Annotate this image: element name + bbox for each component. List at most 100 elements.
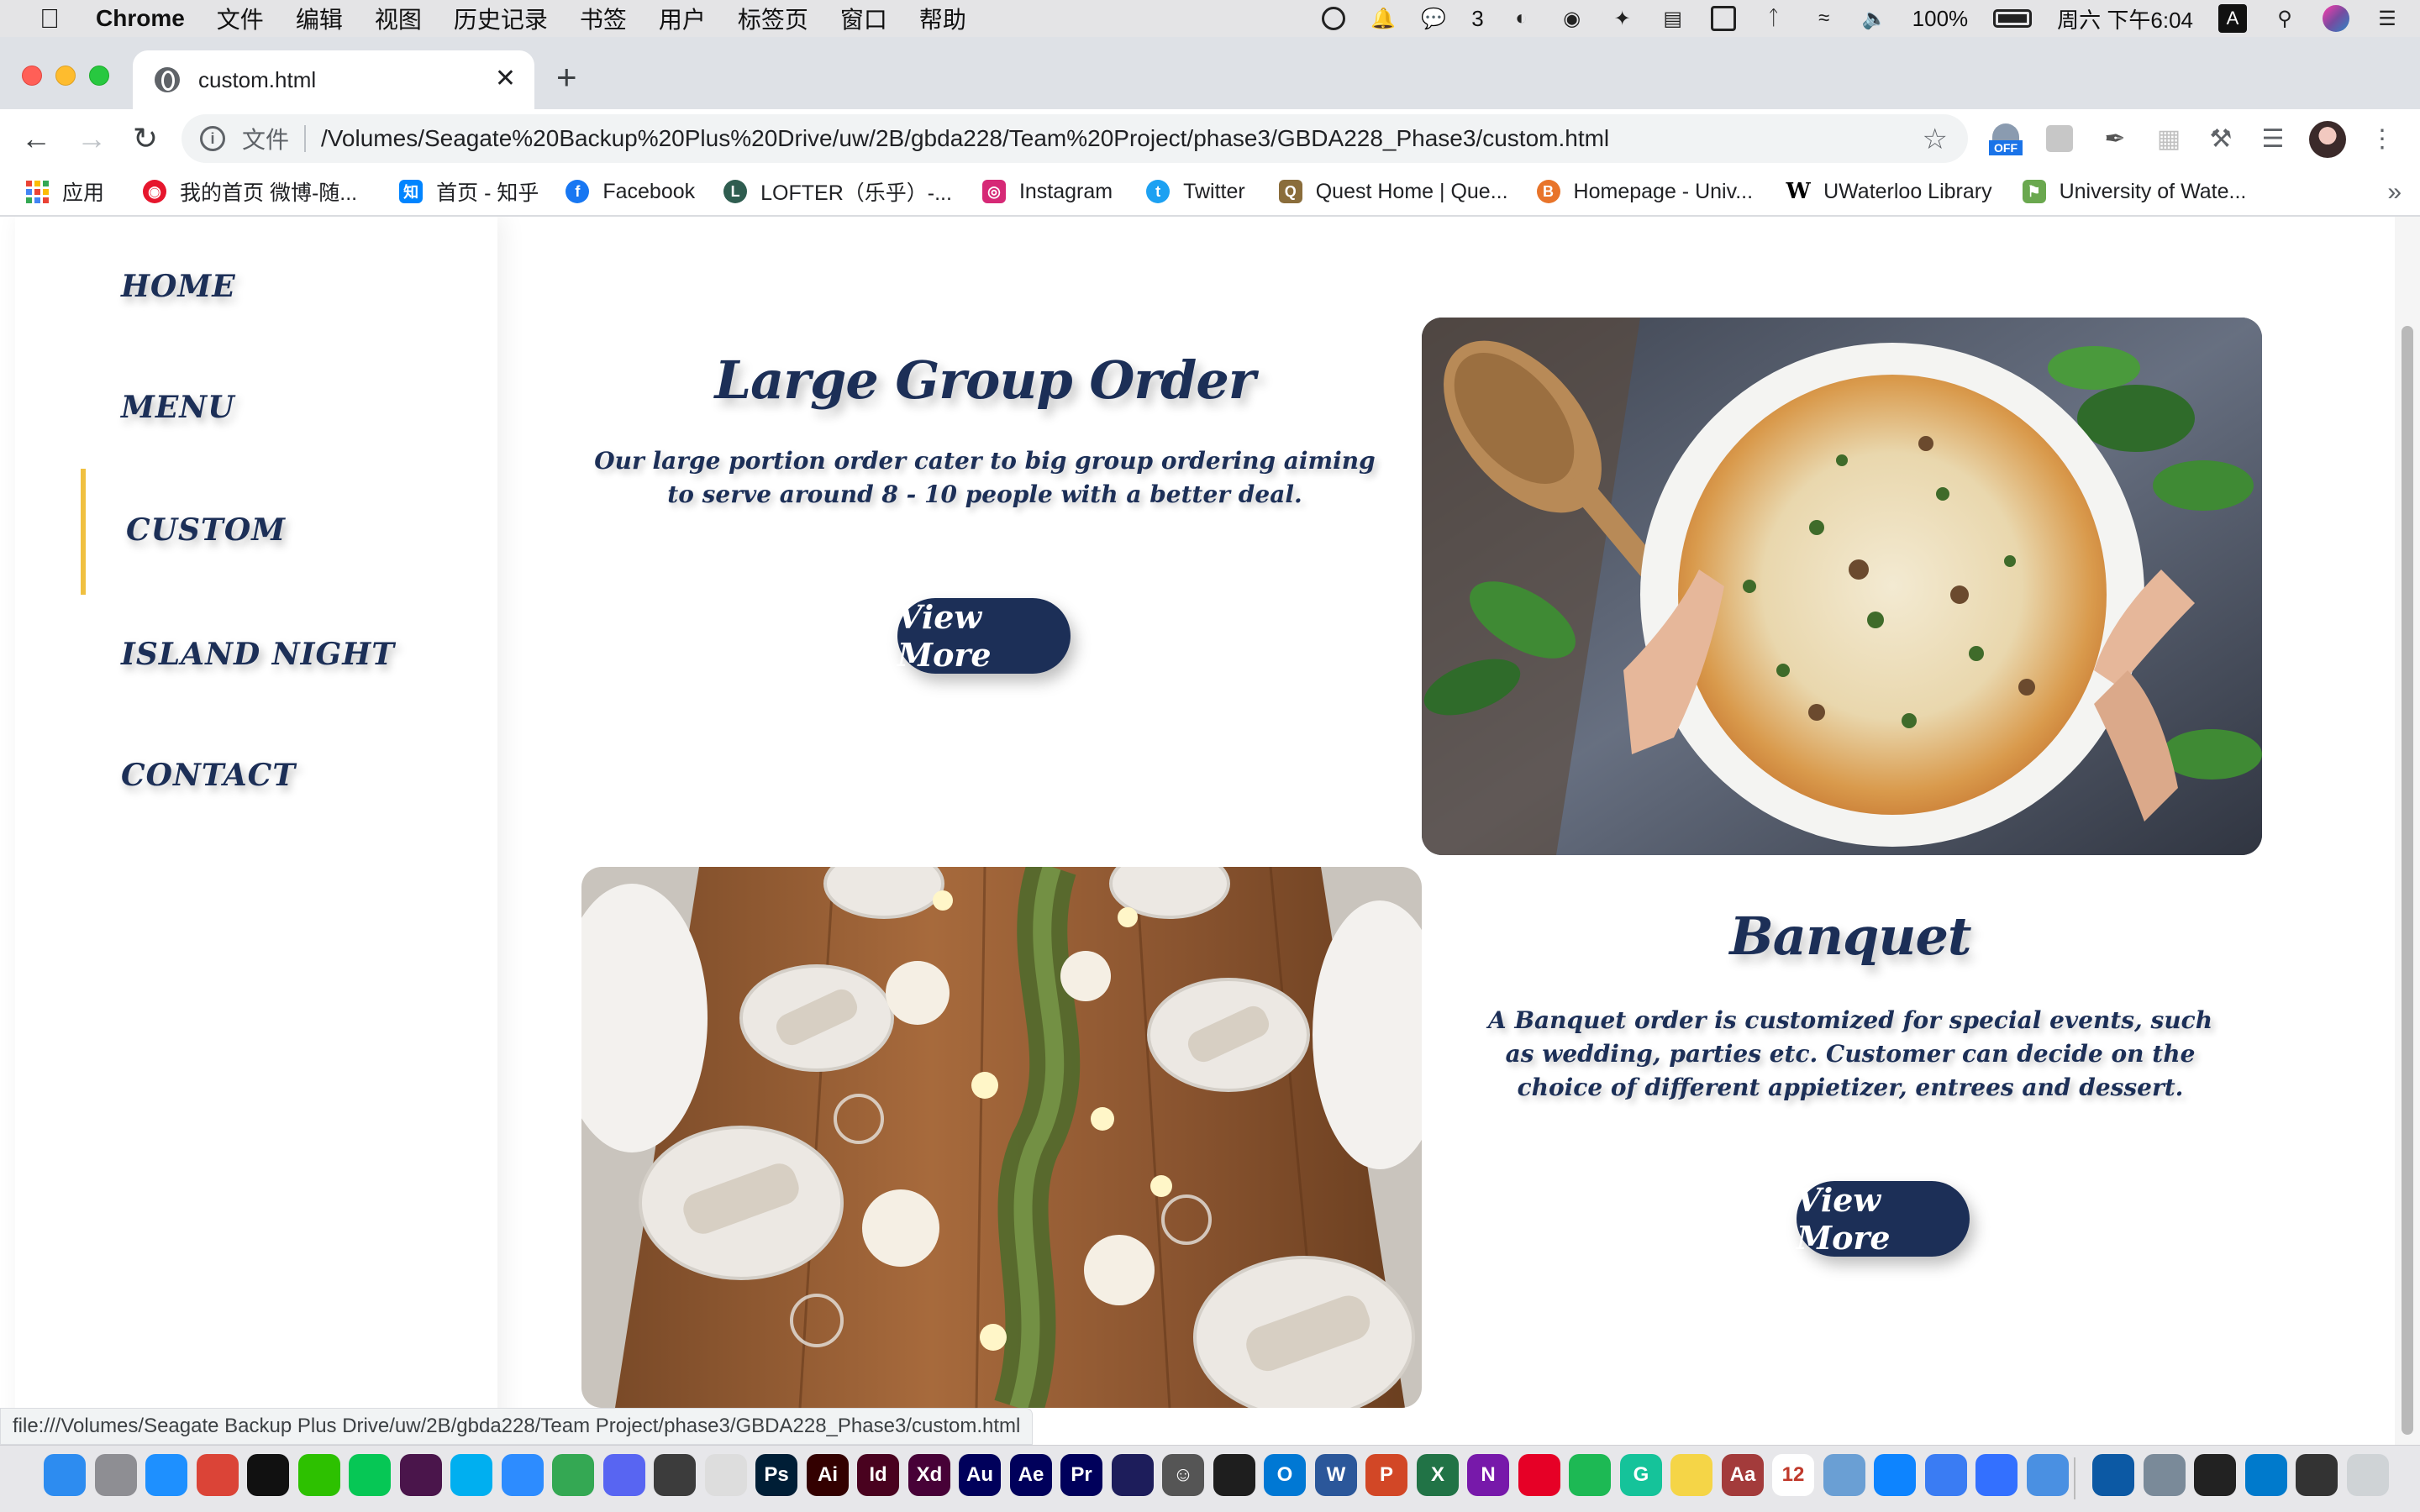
facetime-icon[interactable] bbox=[654, 1454, 696, 1496]
menu-window[interactable]: 窗口 bbox=[840, 2, 887, 35]
finder-icon[interactable] bbox=[44, 1454, 86, 1496]
outlook-icon[interactable]: O bbox=[1264, 1454, 1306, 1496]
chrome-icon[interactable] bbox=[197, 1454, 239, 1496]
clock-icon[interactable] bbox=[705, 1454, 747, 1496]
menu-app-name[interactable]: Chrome bbox=[96, 5, 185, 32]
wifi-icon[interactable]: ≈ bbox=[1812, 6, 1837, 31]
wechat-status-icon[interactable]: 💬 bbox=[1421, 6, 1446, 31]
indesign-icon[interactable]: Id bbox=[857, 1454, 899, 1496]
bookmark-instagram[interactable]: ◎ Instagram bbox=[981, 180, 1113, 204]
stack-status-icon[interactable]: ▤ bbox=[1660, 6, 1686, 31]
preview-icon[interactable] bbox=[1823, 1454, 1865, 1496]
discord-icon[interactable] bbox=[603, 1454, 645, 1496]
back-button[interactable]: ← bbox=[17, 119, 55, 158]
illustrator-icon[interactable]: Ai bbox=[807, 1454, 849, 1496]
after-effects-icon[interactable]: Ae bbox=[1010, 1454, 1052, 1496]
menu-clock[interactable]: 周六 下午6:04 bbox=[2057, 3, 2193, 34]
menu-bookmarks[interactable]: 书签 bbox=[580, 2, 627, 35]
extension-off-icon[interactable]: OFF bbox=[1988, 121, 2023, 156]
half-moon-icon[interactable]: ◐ bbox=[1509, 6, 1534, 31]
siri-icon[interactable] bbox=[2323, 5, 2349, 32]
menu-history[interactable]: 历史记录 bbox=[454, 2, 548, 35]
feishu-icon[interactable] bbox=[1975, 1454, 2018, 1496]
spotify-icon[interactable] bbox=[1569, 1454, 1611, 1496]
page-scrollbar[interactable] bbox=[2395, 217, 2420, 1445]
word-icon[interactable]: W bbox=[1315, 1454, 1357, 1496]
vscode-icon[interactable] bbox=[2245, 1454, 2287, 1496]
bookmark-facebook[interactable]: f Facebook bbox=[566, 180, 695, 204]
menu-people[interactable]: 用户 bbox=[659, 2, 706, 35]
nav-link-home[interactable]: HOME bbox=[121, 269, 236, 304]
photoshop-icon[interactable]: Ps bbox=[755, 1454, 797, 1496]
control-center-icon[interactable]: ☰ bbox=[2375, 6, 2400, 31]
window-close-button[interactable] bbox=[22, 66, 42, 86]
smiley-icon[interactable]: ☺ bbox=[1162, 1454, 1204, 1496]
browser-tab-active[interactable]: custom.html ✕ bbox=[133, 50, 534, 109]
extension-translate-icon[interactable] bbox=[2042, 121, 2077, 156]
bookmark-university-of-waterloo[interactable]: ⚑ University of Wate... bbox=[2022, 180, 2246, 204]
url-text[interactable]: /Volumes/Seagate%20Backup%20Plus%20Drive… bbox=[321, 125, 1609, 152]
premiere-icon[interactable]: Pr bbox=[1060, 1454, 1102, 1496]
input-method-icon[interactable]: A bbox=[2218, 4, 2247, 33]
window-minimize-button[interactable] bbox=[55, 66, 76, 86]
qq-icon[interactable] bbox=[247, 1454, 289, 1496]
extension-grid-icon[interactable]: ▦ bbox=[2151, 121, 2186, 156]
display-status-icon[interactable] bbox=[1710, 6, 1736, 31]
wechat-icon[interactable] bbox=[298, 1454, 340, 1496]
grammarly-icon[interactable]: G bbox=[1620, 1454, 1662, 1496]
battery-icon[interactable] bbox=[1993, 9, 2033, 28]
nav-link-custom[interactable]: CUSTOM bbox=[126, 512, 286, 548]
baidu-netdisk-icon[interactable] bbox=[1925, 1454, 1967, 1496]
dictionary-icon[interactable]: Aa bbox=[1722, 1454, 1764, 1496]
bluetooth-icon[interactable]: ᛏ bbox=[1761, 6, 1786, 31]
audition-icon[interactable]: Au bbox=[959, 1454, 1001, 1496]
maps-icon[interactable] bbox=[552, 1454, 594, 1496]
netease-status-icon[interactable]: ◉ bbox=[1560, 6, 1585, 31]
terminal-icon[interactable] bbox=[2194, 1454, 2236, 1496]
nav-link-menu[interactable]: MENU bbox=[121, 390, 235, 425]
bookmark-homepage[interactable]: B Homepage - Univ... bbox=[1536, 180, 1753, 204]
menu-view[interactable]: 视图 bbox=[375, 2, 422, 35]
new-tab-button[interactable]: + bbox=[556, 60, 577, 95]
menu-help[interactable]: 帮助 bbox=[919, 2, 966, 35]
extensions-puzzle-icon[interactable]: ⚒ bbox=[2203, 121, 2238, 156]
media-encoder-icon[interactable] bbox=[1112, 1454, 1154, 1496]
bookmark-lofter[interactable]: L LOFTER（乐乎）-... bbox=[723, 176, 952, 207]
bookmark-twitter[interactable]: t Twitter bbox=[1146, 180, 1245, 204]
volume-icon[interactable]: 🔈 bbox=[1862, 6, 1887, 31]
menu-edit[interactable]: 编辑 bbox=[296, 2, 343, 35]
onenote-icon[interactable]: N bbox=[1467, 1454, 1509, 1496]
chrome-menu-icon[interactable]: ⋮ bbox=[2365, 121, 2400, 156]
bird-status-icon[interactable]: ✦ bbox=[1610, 6, 1635, 31]
bookmark-apps[interactable]: 应用 bbox=[25, 176, 104, 207]
view-more-button[interactable]: View More bbox=[1797, 1181, 1970, 1257]
slack-icon[interactable] bbox=[400, 1454, 442, 1496]
app-store-icon[interactable] bbox=[1874, 1454, 1916, 1496]
bookmark-zhihu[interactable]: 知 首页 - 知乎 bbox=[399, 176, 539, 207]
qq-bell-icon[interactable]: 🔔 bbox=[1370, 6, 1396, 31]
bookmark-uwaterloo-library[interactable]: W UWaterloo Library bbox=[1786, 179, 1991, 204]
stickies-icon[interactable] bbox=[1670, 1454, 1712, 1496]
skype-icon[interactable] bbox=[450, 1454, 492, 1496]
edge-icon[interactable] bbox=[2092, 1454, 2134, 1496]
excel-icon[interactable]: X bbox=[1417, 1454, 1459, 1496]
forward-button[interactable]: → bbox=[72, 119, 111, 158]
menu-tab[interactable]: 标签页 bbox=[738, 2, 808, 35]
profile-avatar[interactable] bbox=[2309, 121, 2346, 158]
zoom-icon[interactable] bbox=[502, 1454, 544, 1496]
bookmark-quest[interactable]: Q Quest Home | Que... bbox=[1278, 180, 1508, 204]
window-zoom-button[interactable] bbox=[89, 66, 109, 86]
extension-eyedropper-icon[interactable]: ✒ bbox=[2097, 121, 2133, 156]
spotlight-search-icon[interactable]: ⚲ bbox=[2272, 6, 2297, 31]
reload-button[interactable]: ↻ bbox=[126, 119, 165, 158]
apple-menu-icon[interactable]:  bbox=[35, 3, 64, 34]
netease-music-icon[interactable] bbox=[1518, 1454, 1560, 1496]
safari-icon[interactable] bbox=[145, 1454, 187, 1496]
mail-icon[interactable] bbox=[2027, 1454, 2069, 1496]
nav-link-contact[interactable]: CONTACT bbox=[121, 758, 296, 793]
xd-icon[interactable]: Xd bbox=[908, 1454, 950, 1496]
bookmark-star-icon[interactable]: ☆ bbox=[1923, 123, 1948, 156]
screen-icon[interactable] bbox=[2296, 1454, 2338, 1496]
line-icon[interactable] bbox=[349, 1454, 391, 1496]
address-bar[interactable]: i 文件 /Volumes/Seagate%20Backup%20Plus%20… bbox=[182, 114, 1968, 163]
